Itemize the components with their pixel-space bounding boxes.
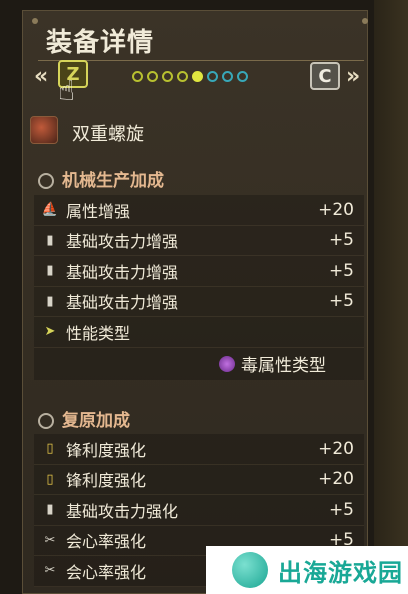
- row-label: 基础攻击力增强: [66, 232, 179, 252]
- poison-icon: [219, 355, 235, 372]
- page-dot[interactable]: [177, 71, 188, 82]
- section-list-mechanical: ⛵ 属性增强 +20 ▮ 基础攻击力增强 +5 ▮ 基础攻击力增强 +5 ▮ 基…: [34, 195, 364, 380]
- prev-page-arrows[interactable]: «: [34, 64, 48, 89]
- affinity-icon: ✂: [44, 563, 56, 579]
- page-dot[interactable]: [162, 71, 173, 82]
- gear-badge-icon: [38, 173, 54, 189]
- watermark-logo-icon: [232, 552, 268, 588]
- page-dot-active[interactable]: [192, 71, 203, 82]
- section-header-restoration: 复原加成: [38, 406, 130, 431]
- attack-icon: ▮: [46, 263, 54, 279]
- row-value: +5: [328, 291, 354, 312]
- attack-icon: ▮: [46, 293, 54, 309]
- row-label: 属性增强: [66, 201, 131, 221]
- list-item[interactable]: ▮ 基础攻击力增强 +5: [34, 256, 364, 287]
- background-side-panel: [374, 0, 408, 594]
- attack-icon: ▮: [46, 502, 54, 518]
- watermark-text: 出海游戏园: [278, 558, 403, 587]
- attack-icon: ▮: [46, 232, 54, 248]
- row-value: +5: [328, 260, 354, 281]
- list-item[interactable]: ➤ 性能类型: [34, 317, 364, 348]
- row-label: 基础攻击力增强: [66, 262, 179, 282]
- weapon-row: 双重螺旋: [30, 116, 360, 146]
- next-page-key-button[interactable]: C: [310, 62, 340, 90]
- row-label: 锋利度强化: [66, 471, 147, 491]
- weapon-name: 双重螺旋: [72, 124, 144, 145]
- sharpness-icon: ▯: [46, 471, 54, 487]
- row-value: +20: [318, 199, 354, 220]
- pointer-hand-icon: ☝: [58, 74, 76, 107]
- page-dot[interactable]: [147, 71, 158, 82]
- list-item[interactable]: ▯ 锋利度强化 +20: [34, 434, 364, 465]
- page-dot[interactable]: [207, 71, 218, 82]
- page-dot[interactable]: [237, 71, 248, 82]
- list-item[interactable]: ▮ 基础攻击力增强 +5: [34, 287, 364, 317]
- page-dot[interactable]: [132, 71, 143, 82]
- section-title: 机械生产加成: [62, 171, 164, 191]
- gear-badge-icon: [38, 413, 54, 429]
- cursor-icon: ➤: [44, 324, 56, 340]
- row-value: +5: [328, 499, 354, 520]
- row-value: +5: [328, 230, 354, 251]
- affinity-icon: ✂: [44, 532, 56, 548]
- weapon-icon: [30, 116, 58, 144]
- row-label: 基础攻击力增强: [66, 293, 179, 313]
- row-value: +20: [318, 469, 354, 490]
- section-header-mechanical: 机械生产加成: [38, 166, 164, 191]
- performance-type-value-row[interactable]: 毒属性类型: [34, 348, 364, 380]
- page-title: 装备详情: [46, 28, 155, 58]
- section-title: 复原加成: [62, 411, 130, 431]
- next-page-arrows[interactable]: »: [346, 64, 360, 89]
- row-label: 性能类型: [66, 323, 131, 343]
- row-label: 基础攻击力强化: [66, 501, 179, 521]
- list-item[interactable]: ▯ 锋利度强化 +20: [34, 465, 364, 495]
- boat-icon: ⛵: [41, 202, 59, 218]
- watermark: 出海游戏园: [206, 546, 408, 594]
- corner-ornament: [362, 18, 368, 24]
- list-item[interactable]: ▮ 基础攻击力增强 +5: [34, 226, 364, 256]
- list-item[interactable]: ⛵ 属性增强 +20: [34, 195, 364, 226]
- corner-ornament: [32, 18, 38, 24]
- row-value: +20: [318, 438, 354, 459]
- page-dot[interactable]: [222, 71, 233, 82]
- performance-type-value: 毒属性类型: [241, 356, 326, 376]
- list-item[interactable]: ▮ 基础攻击力强化 +5: [34, 495, 364, 526]
- row-label: 锋利度强化: [66, 440, 147, 460]
- sharpness-icon: ▯: [46, 441, 54, 457]
- page-indicator: [132, 71, 248, 82]
